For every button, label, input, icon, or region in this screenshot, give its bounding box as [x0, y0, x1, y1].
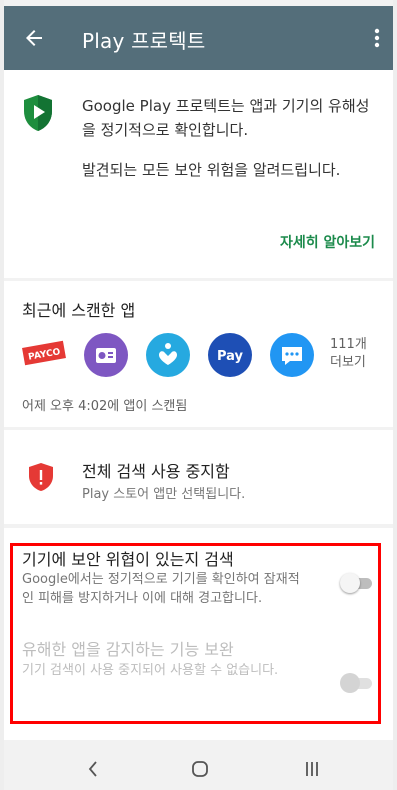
nav-recents-icon[interactable]: [302, 759, 322, 779]
payco-app-icon[interactable]: PAYCO: [22, 333, 66, 377]
full-scan-title: 전체 검색 사용 중지함: [82, 462, 230, 481]
radio-app-icon[interactable]: [84, 333, 128, 377]
samsung-pay-label: Pay: [217, 349, 244, 364]
system-nav-bar: [4, 744, 393, 790]
recent-apps-title: 최근에 스캔한 앱: [22, 301, 136, 320]
improve-detection-title: 유해한 앱을 감지하는 기능 보완: [22, 640, 234, 659]
nav-home-icon[interactable]: [190, 759, 210, 779]
scan-settings-card: 기기에 보안 위협이 있는지 검색 Google에서는 정기적으로 기기를 확인…: [4, 528, 393, 740]
warning-shield-icon: [29, 463, 53, 491]
recent-apps-card: 최근에 스캔한 앱 PAYCO Pay 111개 더보기 어제 오후 4:02에…: [4, 281, 393, 427]
scan-device-description: Google에서는 정기적으로 기기를 확인하여 잠재적인 피해를 방지하거나 …: [22, 572, 300, 606]
page-title: Play 프로텍트: [82, 29, 206, 53]
more-apps-label: 더보기: [330, 355, 366, 370]
improve-detection-description: 기기 검색이 사용 중지되어 사용할 수 없습니다.: [22, 663, 279, 678]
last-scan-time: 어제 오후 4:02에 앱이 스캔됨: [22, 399, 188, 414]
app-bar: Play 프로텍트: [4, 6, 393, 70]
health-app-icon[interactable]: [146, 333, 190, 377]
arrow-back-icon[interactable]: [22, 26, 46, 50]
intro-card: Google Play 프로텍트는 앱과 기기의 유해성을 정기적으로 확인합니…: [4, 70, 393, 278]
more-apps-count: 111개: [330, 337, 367, 352]
play-protect-screen: Play 프로텍트 Google Play 프로텍트는 앱과 기기의 유해성을 …: [4, 0, 393, 790]
scan-device-title: 기기에 보안 위협이 있는지 검색: [22, 550, 234, 569]
nav-back-icon[interactable]: [84, 759, 104, 779]
intro-text-2: 발견되는 모든 보안 위험을 알려드립니다.: [82, 161, 341, 179]
improve-detection-toggle-thumb: [340, 673, 360, 693]
samsung-pay-app-icon[interactable]: Pay: [208, 333, 252, 377]
learn-more-link[interactable]: 자세히 알아보기: [280, 232, 375, 252]
scan-device-toggle-thumb: [340, 573, 360, 593]
improve-detection-toggle[interactable]: [340, 672, 374, 694]
more-vert-icon[interactable]: [371, 26, 383, 50]
play-protect-shield-icon: [24, 95, 52, 131]
more-apps-button[interactable]: 111개 더보기: [330, 336, 367, 372]
scan-device-toggle[interactable]: [340, 572, 374, 594]
intro-text-1: Google Play 프로텍트는 앱과 기기의 유해성을 정기적으로 확인합니…: [82, 97, 370, 139]
full-scan-subtitle: Play 스토어 앱만 선택됩니다.: [82, 487, 246, 502]
messages-app-icon[interactable]: [270, 333, 314, 377]
intro-description: Google Play 프로텍트는 앱과 기기의 유해성을 정기적으로 확인합니…: [82, 94, 382, 182]
full-scan-card[interactable]: 전체 검색 사용 중지함 Play 스토어 앱만 선택됩니다.: [4, 430, 393, 524]
